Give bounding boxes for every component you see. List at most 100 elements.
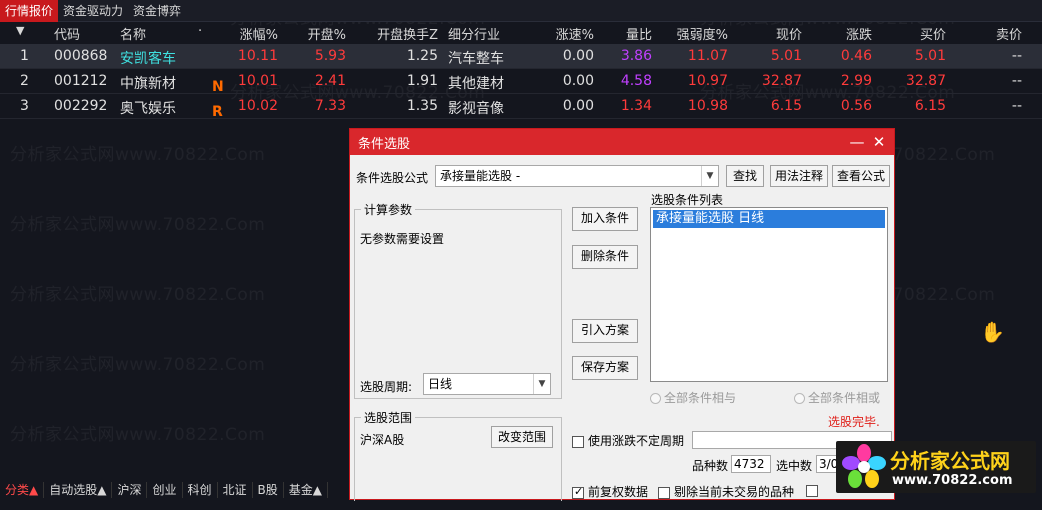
quote-table-header: ▼ 代码 名称 · 涨幅% 开盘% 开盘换手Z 细分行业 涨速% 量比 强弱度%… <box>0 22 1042 44</box>
table-row[interactable]: 2 001212 中旗新材 N 10.01 2.41 1.91 其他建材 0.0… <box>0 69 1042 95</box>
change: 2.99 <box>840 73 872 89</box>
change-pct: 10.02 <box>237 98 278 114</box>
col-open-pct[interactable]: 开盘% <box>290 24 346 43</box>
industry: 其他建材 <box>448 76 504 92</box>
find-button[interactable]: 查找 <box>726 165 764 187</box>
col-ask[interactable]: 卖价 <box>980 24 1022 43</box>
volume-ratio: 4.58 <box>620 73 652 89</box>
radio-or[interactable]: 全部条件相或 <box>794 389 880 406</box>
range-group: 选股范围 沪深A股 改变范围 <box>354 409 562 501</box>
delete-condition-button[interactable]: 删除条件 <box>572 245 638 269</box>
watermark: 分析家公式网www.70822.Com <box>10 285 266 305</box>
price: 6.15 <box>770 98 802 114</box>
row-index: 2 <box>20 73 29 89</box>
radio-and[interactable]: 全部条件相与 <box>650 389 736 406</box>
formula-select[interactable]: 承接量能选股 - ▼ <box>435 165 719 187</box>
params-title: 计算参数 <box>361 201 416 218</box>
change: 0.46 <box>840 48 872 64</box>
period-select[interactable]: 日线 ▼ <box>423 373 551 395</box>
logo-url: www.70822.com <box>892 473 1013 488</box>
col-industry[interactable]: 细分行业 <box>448 24 500 43</box>
volume-ratio: 3.86 <box>620 48 652 64</box>
category-chinext[interactable]: 创业 <box>147 482 183 498</box>
stock-code: 000868 <box>54 48 108 64</box>
ask: -- <box>1011 48 1022 64</box>
open-pct: 5.93 <box>314 48 346 64</box>
params-text: 无参数需要设置 <box>360 232 445 246</box>
col-strength[interactable]: 强弱度% <box>660 24 728 43</box>
period-value: 日线 <box>428 377 453 391</box>
logo-name: 分析家公式网 <box>890 449 1010 473</box>
category-fund[interactable]: 基金▲ <box>284 482 328 498</box>
sort-arrow-icon[interactable]: ▼ <box>16 24 24 37</box>
selected-label: 选中数 <box>776 459 813 473</box>
col-change-pct[interactable]: 涨幅% <box>220 24 278 43</box>
change-range-button[interactable]: 改变范围 <box>491 426 553 448</box>
category-classify[interactable]: 分类▲ <box>0 482 45 498</box>
row-index: 3 <box>20 98 29 114</box>
formula-value: 承接量能选股 - <box>440 169 521 183</box>
change: 0.56 <box>840 98 872 114</box>
save-plan-button[interactable]: 保存方案 <box>572 356 638 380</box>
change-pct: 10.11 <box>237 48 278 64</box>
strength: 11.07 <box>687 48 728 64</box>
watermark: 分析家公式网www.70822.Com <box>10 215 266 235</box>
stock-name: 奥飞娱乐 <box>120 101 176 117</box>
price: 32.87 <box>761 73 802 89</box>
tab-capital-game[interactable]: 资金博弈 <box>128 0 186 22</box>
category-b-share[interactable]: B股 <box>253 482 284 498</box>
add-condition-button[interactable]: 加入条件 <box>572 207 638 231</box>
category-bse[interactable]: 北证 <box>218 482 253 498</box>
col-name[interactable]: 名称 <box>120 24 146 43</box>
stock-code: 002292 <box>54 98 108 114</box>
flower-logo-icon <box>842 444 886 488</box>
chevron-down-icon[interactable]: ▼ <box>701 166 718 186</box>
period-label: 选股周期: <box>360 380 413 394</box>
col-price[interactable]: 现价 <box>760 24 802 43</box>
col-change[interactable]: 涨跌 <box>830 24 872 43</box>
open-turnover: 1.91 <box>406 73 438 89</box>
col-volume-ratio[interactable]: 量比 <box>610 24 652 43</box>
industry: 影视音像 <box>448 101 504 117</box>
stock-name: 中旗新材 <box>120 76 176 92</box>
speed: 0.00 <box>562 48 594 64</box>
condition-select-dialog: 条件选股 — ✕ 条件选股公式 承接量能选股 - ▼ 查找 用法注释 查看公式 … <box>349 128 895 501</box>
strength: 10.97 <box>687 73 728 89</box>
table-row[interactable]: 1 000868 安凯客车 10.11 5.93 1.25 汽车整车 0.00 … <box>0 44 1042 69</box>
watermark: 分析家公式网www.70822.Com <box>10 145 266 165</box>
bid: 32.87 <box>905 73 946 89</box>
stock-name: 安凯客车 <box>120 51 176 67</box>
forward-adjust-checkbox[interactable]: 前复权数据 <box>572 483 648 500</box>
count-label: 品种数 <box>692 459 729 473</box>
hand-cursor-icon: ✋ <box>980 320 1005 344</box>
uncertain-period-checkbox[interactable]: 使用涨跌不定周期 <box>572 432 684 449</box>
category-shsz[interactable]: 沪深 <box>112 482 148 498</box>
close-icon[interactable]: ✕ <box>868 131 890 153</box>
chevron-down-icon[interactable]: ▼ <box>533 374 550 394</box>
import-plan-button[interactable]: 引入方案 <box>572 319 638 343</box>
open-turnover: 1.25 <box>406 48 438 64</box>
ask: -- <box>1011 98 1022 114</box>
table-row[interactable]: 3 002292 奥飞娱乐 R 10.02 7.33 1.35 影视音像 0.0… <box>0 94 1042 120</box>
exclude-untraded-checkbox[interactable]: 剔除当前未交易的品种 <box>658 483 794 500</box>
tab-capital-drive[interactable]: 资金驱动力 <box>58 0 128 22</box>
category-star[interactable]: 科创 <box>183 482 218 498</box>
condition-list-title: 选股条件列表 <box>651 193 724 207</box>
col-open-turnover[interactable]: 开盘换手Z <box>360 24 438 43</box>
condition-list[interactable]: 承接量能选股 日线 <box>650 207 888 382</box>
col-bid[interactable]: 买价 <box>904 24 946 43</box>
minimize-icon[interactable]: — <box>846 131 868 153</box>
price: 5.01 <box>770 48 802 64</box>
dialog-titlebar[interactable]: 条件选股 — ✕ <box>350 129 894 155</box>
col-code[interactable]: 代码 <box>54 24 80 43</box>
ask: -- <box>1011 73 1022 89</box>
extra-checkbox[interactable] <box>806 483 822 497</box>
col-speed[interactable]: 涨速% <box>540 24 594 43</box>
change-pct: 10.01 <box>237 73 278 89</box>
view-formula-button[interactable]: 查看公式 <box>832 165 890 187</box>
market-tabs: 行情报价 资金驱动力 资金博弈 <box>0 0 1042 22</box>
tab-quotes[interactable]: 行情报价 <box>0 0 59 22</box>
category-auto-select[interactable]: 自动选股▲ <box>44 482 113 498</box>
list-item[interactable]: 承接量能选股 日线 <box>653 210 885 228</box>
usage-notes-button[interactable]: 用法注释 <box>770 165 828 187</box>
